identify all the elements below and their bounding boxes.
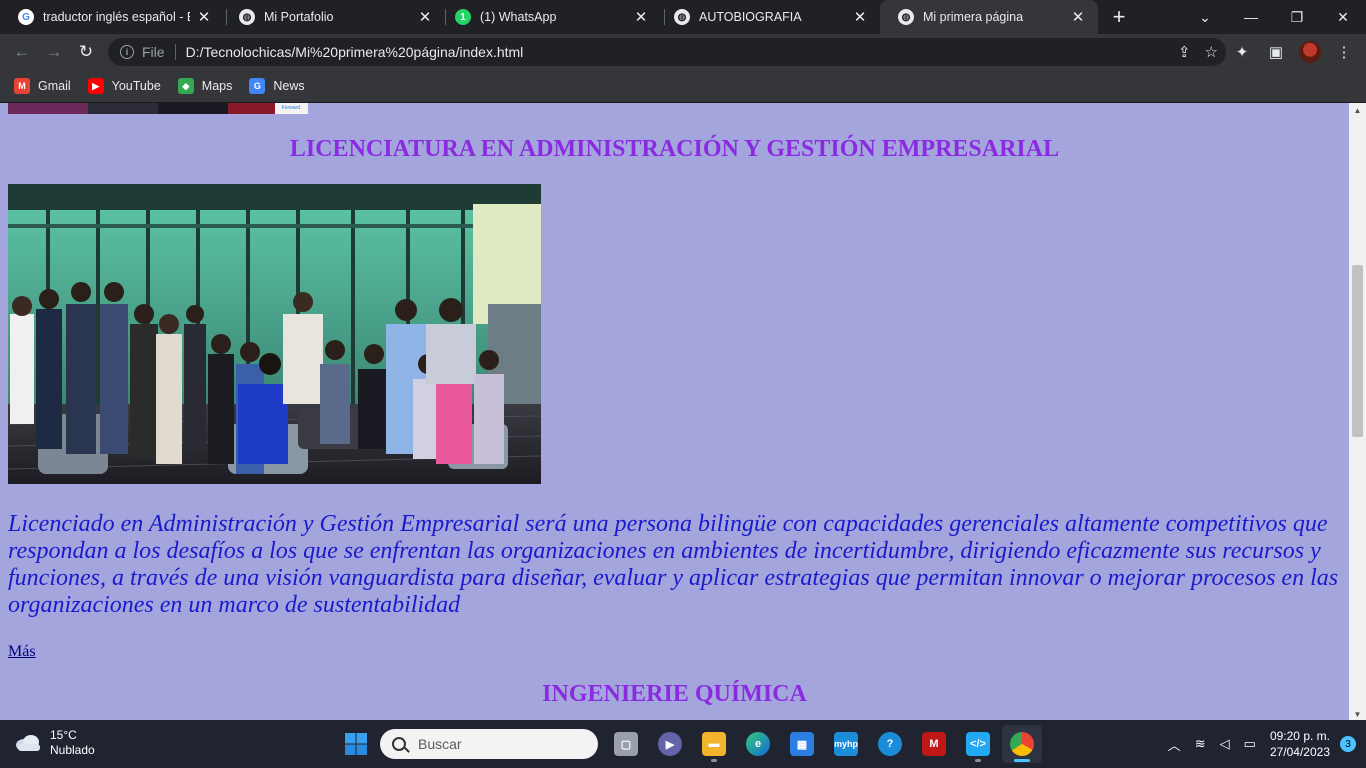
news-icon: G	[249, 78, 266, 94]
wifi-icon[interactable]: ≋	[1195, 736, 1206, 752]
tab-title: Mi Portafolio	[264, 10, 334, 24]
close-icon[interactable]: ✕	[1070, 9, 1086, 26]
tab-title: Mi primera página	[923, 10, 1024, 24]
taskbar-apps: Buscar ▢ ▶ ▬ e ▦ myhp ? M </>	[336, 725, 1046, 763]
bookmark-star-icon[interactable]: ☆	[1205, 43, 1218, 61]
taskbar-search[interactable]: Buscar	[380, 729, 598, 759]
bookmark-label: News	[273, 79, 305, 93]
close-window-button[interactable]: ✕	[1320, 0, 1366, 34]
new-tab-button[interactable]: +	[1107, 4, 1131, 29]
edge-icon[interactable]: e	[738, 725, 778, 763]
task-view-icon[interactable]: ▢	[606, 725, 646, 763]
more-link[interactable]: Más	[8, 643, 36, 661]
maps-icon: ◆	[177, 78, 194, 94]
scroll-up-arrow[interactable]: ▲	[1349, 103, 1366, 117]
tab-mi-portafolio[interactable]: ◍ Mi Portafolio ✕	[221, 0, 445, 34]
globe-icon: ◍	[898, 9, 914, 25]
image-caption: Forward.	[275, 103, 308, 114]
tab-search-icon[interactable]: ⌄	[1182, 0, 1228, 34]
restore-button[interactable]: ❐	[1274, 0, 1320, 34]
previous-image-bottom: Forward.	[8, 103, 308, 114]
bookmarks-bar: M Gmail ▶ YouTube ◆ Maps G News	[0, 70, 1366, 102]
bookmark-maps[interactable]: ◆ Maps	[177, 78, 233, 94]
profile-avatar[interactable]	[1296, 38, 1324, 66]
page-viewport: Forward. LICENCIATURA EN ADMINISTRACIÓN …	[0, 102, 1366, 720]
tab-title: (1) WhatsApp	[480, 10, 557, 24]
menu-icon[interactable]: ⋮	[1330, 38, 1358, 66]
cloud-icon	[16, 735, 40, 751]
whatsapp-icon: 1	[455, 9, 471, 25]
chrome-icon[interactable]	[1002, 725, 1042, 763]
browser-toolbar: ← → ↻ i File D:/Tecnolochicas/Mi%20prime…	[0, 34, 1366, 70]
help-icon[interactable]: ?	[870, 725, 910, 763]
tab-title: AUTOBIOGRAFIA	[699, 10, 802, 24]
file-explorer-icon[interactable]: ▬	[694, 725, 734, 763]
info-icon[interactable]: i	[120, 45, 134, 59]
bookmark-label: Maps	[201, 79, 233, 93]
address-bar[interactable]: i File D:/Tecnolochicas/Mi%20primera%20p…	[108, 38, 1226, 66]
reload-button[interactable]: ↻	[72, 38, 100, 66]
scheme-label: File	[142, 44, 165, 60]
forward-button[interactable]: →	[40, 38, 68, 66]
weather-temp: 15°C	[50, 728, 77, 742]
clock[interactable]: 09:20 p. m. 27/04/2023	[1270, 728, 1330, 760]
windows-taskbar: 15°C Nublado Buscar ▢ ▶ ▬ e ▦ myhp ? M <…	[0, 720, 1366, 768]
bookmark-gmail[interactable]: M Gmail	[14, 78, 71, 94]
tab-strip: G traductor inglés español - Bu ✕ ◍ Mi P…	[0, 0, 1366, 34]
bookmark-youtube[interactable]: ▶ YouTube	[87, 78, 161, 94]
volume-icon[interactable]: ◁	[1220, 736, 1230, 752]
group-photo	[8, 184, 541, 484]
extensions-icon[interactable]: ✦	[1228, 38, 1256, 66]
notification-badge[interactable]: 3	[1340, 736, 1356, 752]
start-button[interactable]	[336, 725, 376, 763]
battery-icon[interactable]: ▭	[1244, 736, 1256, 752]
vertical-scrollbar[interactable]: ▲ ▼	[1349, 103, 1366, 720]
scroll-down-arrow[interactable]: ▼	[1349, 707, 1366, 720]
chevron-up-icon[interactable]: ︿	[1168, 735, 1181, 754]
windows-logo-icon	[345, 733, 367, 755]
myhp-icon[interactable]: myhp	[826, 725, 866, 763]
side-panel-icon[interactable]: ▣	[1262, 38, 1290, 66]
minimize-button[interactable]: —	[1228, 0, 1274, 34]
vscode-icon[interactable]: </>	[958, 725, 998, 763]
globe-icon: ◍	[239, 9, 255, 25]
clock-time: 09:20 p. m.	[1269, 729, 1330, 743]
url-text[interactable]: D:/Tecnolochicas/Mi%20primera%20página/i…	[186, 44, 524, 60]
omnibox-divider	[174, 44, 176, 60]
window-controls: ⌄ — ❐ ✕	[1182, 0, 1366, 34]
section-heading-administracion: LICENCIATURA EN ADMINISTRACIÓN Y GESTIÓN…	[289, 136, 1060, 162]
bookmark-label: Gmail	[38, 79, 71, 93]
google-icon: G	[18, 9, 34, 25]
bookmark-label: YouTube	[111, 79, 161, 93]
search-icon	[392, 737, 406, 751]
tab-whatsapp[interactable]: 1 (1) WhatsApp ✕	[437, 0, 661, 34]
tab-autobiografia[interactable]: ◍ AUTOBIOGRAFIA ✕	[656, 0, 880, 34]
toolbar-actions: ✦ ▣ ⋮	[1228, 38, 1358, 66]
close-icon[interactable]: ✕	[417, 9, 433, 26]
tab-mi-primera-pagina[interactable]: ◍ Mi primera página ✕	[880, 0, 1098, 34]
store-icon[interactable]: ▦	[782, 725, 822, 763]
scroll-thumb[interactable]	[1352, 265, 1363, 437]
globe-icon: ◍	[674, 9, 690, 25]
youtube-icon: ▶	[87, 78, 104, 94]
close-icon[interactable]: ✕	[852, 9, 868, 26]
career-description: Licenciado en Administración y Gestión E…	[8, 511, 1339, 618]
search-placeholder: Buscar	[418, 736, 462, 752]
system-tray: ︿ ≋ ◁ ▭ 09:20 p. m. 27/04/2023 3	[1168, 720, 1356, 768]
weather-desc: Nublado	[50, 743, 95, 757]
close-icon[interactable]: ✕	[196, 9, 212, 26]
tab-title: traductor inglés español - Bu	[43, 10, 190, 24]
weather-widget[interactable]: 15°C Nublado	[14, 728, 95, 758]
section-heading-ingenieria-quimica: INGENIERIE QUÍMICA	[542, 681, 807, 707]
bookmark-news[interactable]: G News	[249, 78, 305, 94]
clock-date: 27/04/2023	[1269, 745, 1330, 759]
back-button[interactable]: ←	[8, 38, 36, 66]
teams-chat-icon[interactable]: ▶	[650, 725, 690, 763]
tab-traductor[interactable]: G traductor inglés español - Bu ✕	[0, 0, 224, 34]
omnibox-actions: ⇪ ☆	[1178, 43, 1218, 61]
share-icon[interactable]: ⇪	[1178, 43, 1191, 61]
close-icon[interactable]: ✕	[633, 9, 649, 26]
gmail-icon: M	[14, 78, 30, 94]
mcafee-icon[interactable]: M	[914, 725, 954, 763]
